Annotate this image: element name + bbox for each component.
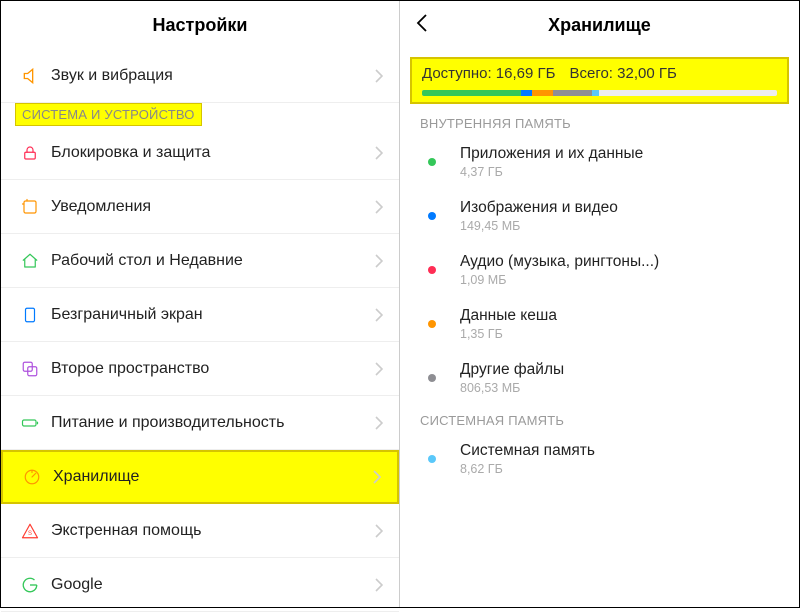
bar-segment	[422, 90, 521, 96]
dot-icon	[428, 320, 436, 328]
storage-item-system[interactable]: Системная память 8,62 ГБ	[400, 432, 799, 486]
storage-item-text: Аудио (музыка, рингтоны...) 1,09 МБ	[460, 253, 659, 287]
section-internal-memory: ВНУТРЕННЯЯ ПАМЯТЬ	[400, 108, 799, 135]
row-label: Google	[51, 576, 375, 594]
chevron-right-icon	[375, 416, 383, 430]
row-lock[interactable]: Блокировка и защита	[1, 126, 399, 180]
row-battery[interactable]: Питание и производительность	[1, 396, 399, 450]
available-text: Доступно: 16,69 ГБ	[422, 65, 555, 82]
storage-item-sub: 4,37 ГБ	[460, 165, 643, 179]
storage-item-sub: 1,35 ГБ	[460, 327, 557, 341]
row-home[interactable]: Рабочий стол и Недавние	[1, 234, 399, 288]
storage-pane: Хранилище Доступно: 16,69 ГБ Всего: 32,0…	[400, 1, 799, 607]
storage-icon	[23, 468, 53, 486]
storage-item-text: Данные кеша 1,35 ГБ	[460, 307, 557, 341]
row-label: Рабочий стол и Недавние	[51, 252, 375, 270]
chevron-right-icon	[375, 524, 383, 538]
emergency-icon: S	[21, 522, 51, 540]
row-emergency[interactable]: S Экстренная помощь	[1, 504, 399, 558]
lock-icon	[21, 144, 51, 162]
chevron-right-icon	[375, 308, 383, 322]
bar-segment	[521, 90, 532, 96]
storage-item[interactable]: Аудио (музыка, рингтоны...) 1,09 МБ	[400, 243, 799, 297]
chevron-right-icon	[375, 254, 383, 268]
dot-icon	[428, 158, 436, 166]
storage-summary: Доступно: 16,69 ГБ Всего: 32,00 ГБ	[410, 57, 789, 104]
storage-item-sub: 149,45 МБ	[460, 219, 618, 233]
secondspace-icon	[21, 360, 51, 378]
storage-header: Хранилище	[400, 1, 799, 49]
storage-item-text: Другие файлы 806,53 МБ	[460, 361, 564, 395]
dot-icon	[428, 455, 436, 463]
bar-segment	[553, 90, 592, 96]
storage-item[interactable]: Данные кеша 1,35 ГБ	[400, 297, 799, 351]
bar-segment	[532, 90, 553, 96]
row-label: Безграничный экран	[51, 306, 375, 324]
row-storage[interactable]: Хранилище	[1, 450, 399, 504]
display-icon	[21, 306, 51, 324]
storage-item-text: Приложения и их данные 4,37 ГБ	[460, 145, 643, 179]
svg-text:S: S	[28, 530, 32, 536]
storage-item-text: Системная память 8,62 ГБ	[460, 442, 595, 476]
settings-title: Настройки	[153, 15, 248, 36]
row-google[interactable]: Google	[1, 558, 399, 612]
dot-icon	[428, 266, 436, 274]
settings-header: Настройки	[1, 1, 399, 49]
home-icon	[21, 252, 51, 270]
chevron-right-icon	[375, 200, 383, 214]
battery-icon	[21, 414, 51, 432]
dot-icon	[428, 212, 436, 220]
storage-item[interactable]: Изображения и видео 149,45 МБ	[400, 189, 799, 243]
google-icon	[21, 576, 51, 594]
storage-item-title: Изображения и видео	[460, 199, 618, 217]
chevron-right-icon	[375, 146, 383, 160]
sound-icon	[21, 66, 51, 86]
chevron-right-icon	[375, 362, 383, 376]
storage-item-sub: 1,09 МБ	[460, 273, 659, 287]
bar-segment	[592, 90, 599, 96]
total-text: Всего: 32,00 ГБ	[569, 65, 676, 82]
row-label: Питание и производительность	[51, 414, 375, 432]
row-label: Уведомления	[51, 198, 375, 216]
row-label: Второе пространство	[51, 360, 375, 378]
storage-item-title: Системная память	[460, 442, 595, 460]
settings-pane: Настройки Звук и вибрация СИСТЕМА И УСТР…	[1, 1, 400, 607]
row-label: Экстренная помощь	[51, 522, 375, 540]
chevron-right-icon	[375, 69, 383, 83]
storage-bar	[422, 90, 777, 96]
row-secondspace[interactable]: Второе пространство	[1, 342, 399, 396]
notification-icon	[21, 198, 51, 216]
row-label: Хранилище	[53, 468, 373, 486]
storage-item-title: Другие файлы	[460, 361, 564, 379]
storage-item-title: Приложения и их данные	[460, 145, 643, 163]
row-label: Звук и вибрация	[51, 67, 375, 85]
storage-item-sub: 806,53 МБ	[460, 381, 564, 395]
section-system-device: СИСТЕМА И УСТРОЙСТВО	[15, 103, 202, 126]
dot-icon	[428, 374, 436, 382]
storage-item-title: Аудио (музыка, рингтоны...)	[460, 253, 659, 271]
row-display[interactable]: Безграничный экран	[1, 288, 399, 342]
row-label: Блокировка и защита	[51, 144, 375, 162]
storage-item-sub: 8,62 ГБ	[460, 462, 595, 476]
row-sound[interactable]: Звук и вибрация	[1, 49, 399, 103]
chevron-right-icon	[375, 578, 383, 592]
storage-summary-line: Доступно: 16,69 ГБ Всего: 32,00 ГБ	[422, 65, 777, 82]
back-button[interactable]	[416, 13, 428, 33]
section-system-memory: СИСТЕМНАЯ ПАМЯТЬ	[400, 405, 799, 432]
row-notification[interactable]: Уведомления	[1, 180, 399, 234]
storage-item-text: Изображения и видео 149,45 МБ	[460, 199, 618, 233]
storage-item[interactable]: Приложения и их данные 4,37 ГБ	[400, 135, 799, 189]
storage-item[interactable]: Другие файлы 806,53 МБ	[400, 351, 799, 405]
storage-item-title: Данные кеша	[460, 307, 557, 325]
storage-title: Хранилище	[548, 15, 651, 36]
chevron-right-icon	[373, 470, 381, 484]
